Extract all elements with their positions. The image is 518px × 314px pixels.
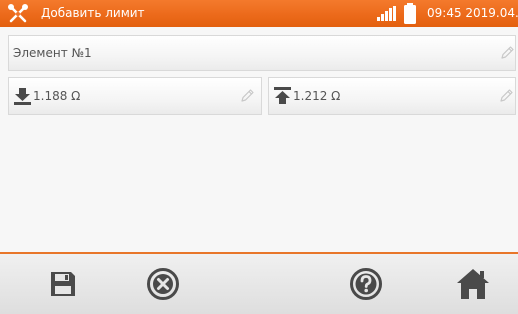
bottom-toolbar	[0, 254, 518, 314]
save-button[interactable]	[33, 254, 93, 314]
page-title: Добавить лимит	[41, 6, 145, 20]
home-button[interactable]	[443, 254, 503, 314]
lower-limit-field[interactable]: 1.188 Ω	[8, 77, 262, 115]
save-icon	[51, 272, 75, 296]
cancel-button[interactable]	[133, 254, 193, 314]
help-button[interactable]	[336, 254, 396, 314]
screen: Добавить лимит 09:45 2019.04.10 Элемент …	[0, 0, 518, 314]
help-icon	[350, 268, 382, 300]
element-name-field[interactable]: Элемент №1	[8, 35, 516, 71]
header-bar: Добавить лимит 09:45 2019.04.10	[0, 0, 518, 27]
element-name-value: Элемент №1	[13, 46, 92, 60]
home-icon	[457, 269, 489, 299]
pencil-icon[interactable]	[239, 88, 255, 104]
lower-limit-icon	[14, 88, 31, 105]
signal-icon	[377, 6, 396, 21]
clock: 09:45 2019.04.10	[427, 6, 518, 20]
battery-icon	[404, 3, 416, 24]
pencil-icon[interactable]	[499, 45, 515, 61]
lower-limit-value: 1.188 Ω	[33, 89, 81, 103]
tools-icon	[8, 4, 28, 23]
upper-limit-field[interactable]: 1.212 Ω	[268, 77, 516, 115]
pencil-icon[interactable]	[498, 88, 514, 104]
upper-limit-icon	[274, 87, 291, 104]
upper-limit-value: 1.212 Ω	[293, 89, 341, 103]
cancel-icon	[147, 268, 179, 300]
